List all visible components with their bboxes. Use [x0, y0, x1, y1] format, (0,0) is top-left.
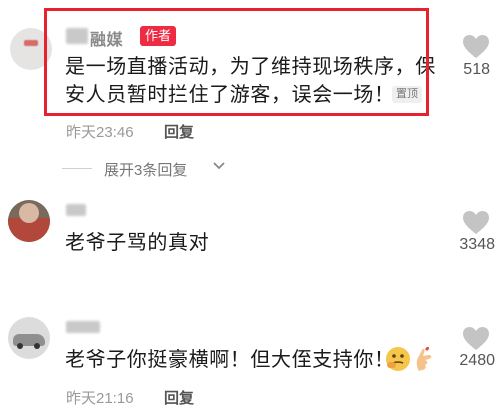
reply-button[interactable]: 回复 — [164, 121, 194, 142]
expand-replies-label[interactable]: 展开3条回复 — [104, 159, 187, 180]
like-button[interactable] — [456, 210, 496, 235]
chevron-down-icon — [213, 162, 225, 170]
comment-item: 老爷子你挺豪横啊！但大侄支持你！ 昨天21:16 回复 2480 — [0, 305, 499, 409]
like-button[interactable] — [456, 34, 496, 59]
comment-item: 融媒 作者 是一场直播活动，为了维持现场秩序，保 安人员暂时拦住了游客，误会一场… — [0, 0, 499, 185]
heart-icon — [463, 327, 489, 350]
username-blur — [66, 204, 86, 216]
like-count: 518 — [463, 61, 490, 78]
heart-icon — [463, 35, 489, 58]
like-button[interactable] — [456, 326, 496, 351]
avatar[interactable] — [8, 317, 50, 359]
comment-text: 老爷子骂的真对 — [65, 232, 210, 254]
highlight-box — [44, 8, 429, 116]
like-count: 3348 — [459, 236, 495, 253]
reply-button[interactable]: 回复 — [164, 387, 194, 408]
avatar[interactable] — [8, 200, 50, 242]
comment-item: 老爷子骂的真对 3348 — [0, 185, 499, 305]
thinking-emoji-icon — [385, 346, 411, 377]
comment-time: 昨天23:46 — [66, 124, 134, 141]
like-count: 2480 — [459, 352, 495, 369]
comment-text: 老爷子你挺豪横啊！但大侄支持你！ — [65, 349, 395, 371]
username-blur — [66, 321, 100, 333]
comment-time: 昨天21:16 — [66, 390, 134, 407]
divider-line — [62, 168, 92, 169]
heart-icon — [463, 211, 489, 234]
finger-heart-emoji-icon — [413, 346, 435, 377]
